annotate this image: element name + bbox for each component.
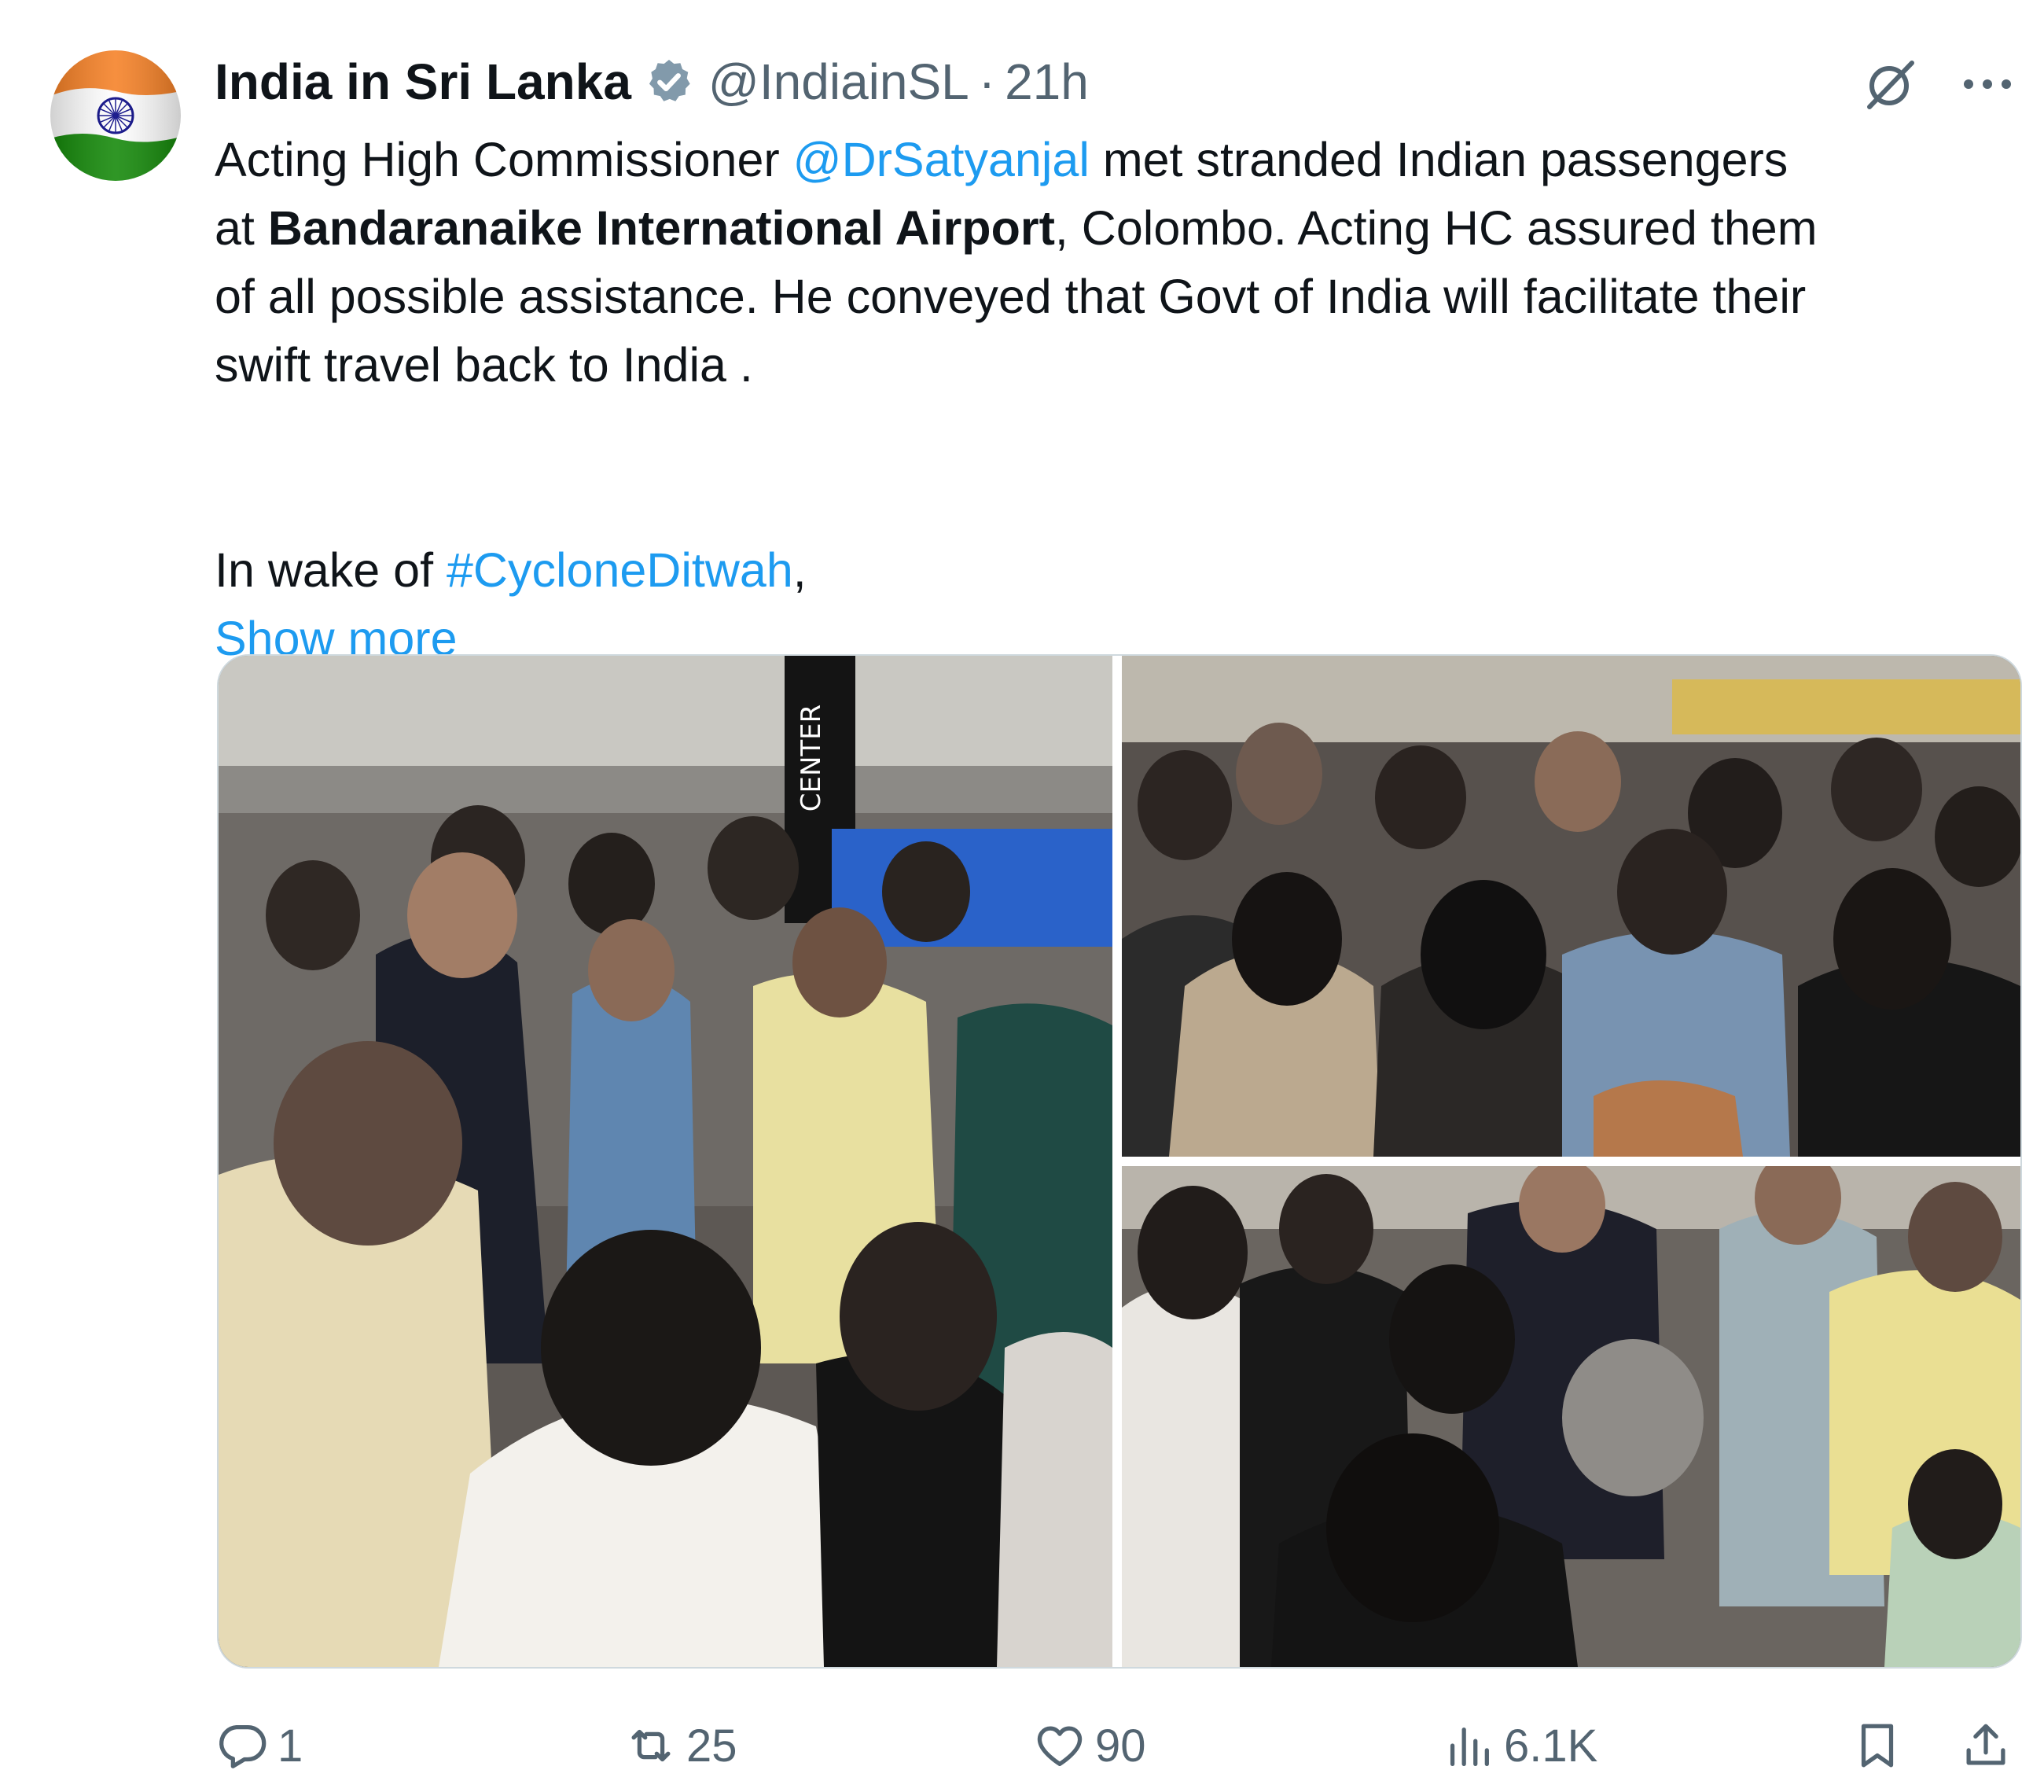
mention-link[interactable]: @DrSatyanjal: [793, 133, 1090, 186]
text-line: In wake of #CycloneDitwah,: [215, 536, 2023, 605]
views-button[interactable]: 6.1K: [1441, 1710, 1597, 1781]
tweet-text: Acting High Commissioner @DrSatyanjal me…: [215, 126, 2023, 673]
media-grid: CENTER: [217, 654, 2022, 1669]
text-line: of all possible assistance. He conveyed …: [215, 270, 1807, 323]
share-icon: [1966, 1724, 2005, 1765]
retweet-count: 25: [686, 1720, 737, 1772]
verified-badge-icon: [649, 60, 690, 101]
text-segment: Acting High Commissioner: [215, 133, 793, 186]
photo-crowd: [1122, 656, 2020, 1157]
grok-button[interactable]: [1863, 57, 1918, 112]
views-count: 6.1K: [1504, 1720, 1598, 1772]
photo-2[interactable]: [1122, 656, 2020, 1157]
like-count: 90: [1095, 1720, 1146, 1772]
text-segment: , Colombo. Acting HC assured them: [1054, 201, 1818, 255]
display-name[interactable]: India in Sri Lanka: [215, 53, 631, 111]
tweet-header: India in Sri Lanka @IndiainSL · 21h: [215, 49, 1089, 115]
bookmark-icon: [1861, 1724, 1894, 1768]
like-button[interactable]: 90: [1032, 1710, 1146, 1781]
text-segment: In wake of: [215, 543, 447, 597]
retweet-button[interactable]: 25: [623, 1710, 737, 1781]
photo-group-discussion: [1122, 1166, 2020, 1667]
reply-count: 1: [278, 1720, 303, 1772]
photo-sign-text: CENTER: [796, 705, 827, 812]
handle[interactable]: @IndiainSL: [708, 53, 969, 111]
timestamp[interactable]: 21h: [1005, 53, 1089, 111]
more-button[interactable]: [1956, 57, 2019, 112]
reply-icon: [219, 1725, 267, 1768]
photo-1[interactable]: CENTER: [219, 656, 1112, 1667]
retweet-icon: [631, 1729, 671, 1762]
bold-text: Bandaranaike International Airport: [267, 201, 1055, 255]
bookmark-button[interactable]: [1850, 1710, 1913, 1781]
text-segment: met stranded Indian passengers: [1089, 133, 1788, 186]
photo-3[interactable]: [1122, 1166, 2020, 1667]
text-line: at Bandaranaike International Airport, C…: [215, 194, 2023, 263]
reply-button[interactable]: 1: [215, 1710, 303, 1781]
text-segment: at: [215, 201, 268, 255]
share-button[interactable]: [1958, 1710, 2021, 1781]
hashtag-link[interactable]: #CycloneDitwah: [447, 543, 793, 597]
more-icon: [1964, 79, 2011, 89]
text-line: Acting High Commissioner @DrSatyanjal me…: [215, 126, 2023, 194]
text-line: swift travel back to India .: [215, 338, 753, 392]
grok-icon: [1867, 61, 1914, 109]
views-icon: [1450, 1727, 1489, 1766]
heart-icon: [1037, 1726, 1083, 1766]
separator-dot: ·: [978, 53, 996, 110]
tweet-card[interactable]: India in Sri Lanka @IndiainSL · 21h Acti…: [0, 0, 2044, 1792]
india-flag-icon: [50, 50, 181, 181]
photo-airport-meeting: CENTER: [219, 656, 1112, 1667]
text-segment: ,: [792, 543, 807, 597]
action-bar: 1 25 90 6.1K: [215, 1710, 2023, 1781]
avatar[interactable]: [50, 50, 181, 181]
